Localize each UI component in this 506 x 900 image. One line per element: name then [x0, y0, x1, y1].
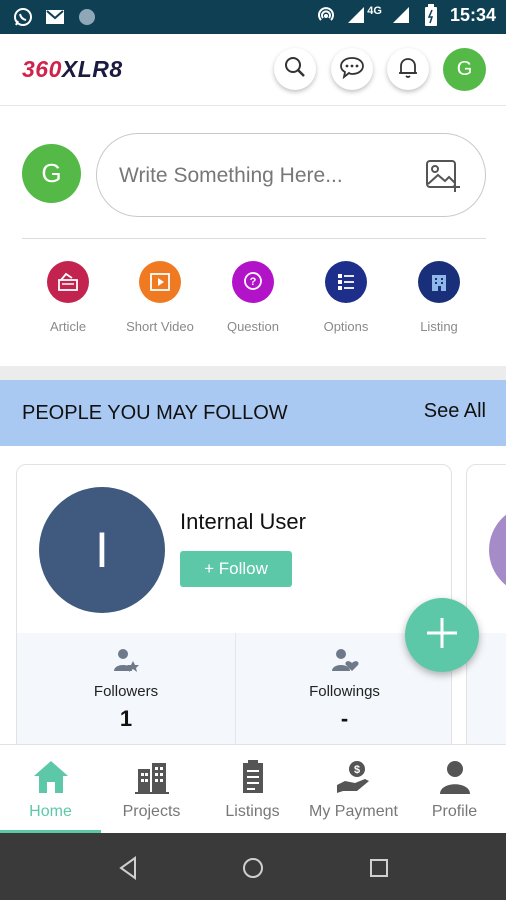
back-icon[interactable]: [113, 853, 143, 883]
options-icon: [325, 261, 367, 303]
see-all-link[interactable]: See All: [424, 400, 486, 423]
action-options[interactable]: Options: [300, 261, 392, 334]
app-logo[interactable]: 360XLR8: [22, 56, 123, 83]
nav-label: Projects: [122, 803, 181, 820]
follow-button[interactable]: + Follow: [180, 551, 292, 587]
messages-button[interactable]: [331, 48, 373, 90]
video-icon: [139, 261, 181, 303]
plus-icon: [424, 615, 460, 656]
building-icon: [418, 261, 460, 303]
logo-part-2: XLR8: [61, 56, 123, 82]
nav-label: Home: [29, 803, 72, 820]
recents-icon[interactable]: [364, 853, 394, 883]
hotspot-icon: [315, 4, 337, 26]
bell-icon: [396, 55, 420, 84]
add-image-icon[interactable]: [425, 158, 463, 199]
person-avatar-next: [489, 505, 506, 595]
signal-icon: [345, 4, 367, 26]
people-cards-carousel[interactable]: I Internal User + Follow Followers 1 Fol…: [0, 446, 506, 744]
section-title: PEOPLE YOU MAY FOLLOW: [22, 402, 288, 424]
person-card[interactable]: I Internal User + Follow Followers 1 Fol…: [16, 464, 452, 744]
gmail-icon: [44, 6, 66, 28]
nav-listings[interactable]: Listings: [202, 745, 303, 834]
svg-text:$: $: [353, 764, 359, 776]
section-separator: [0, 366, 506, 380]
write-post-input[interactable]: Write Something Here...: [96, 133, 486, 217]
nav-label: My Payment: [309, 803, 398, 820]
action-listing[interactable]: Listing: [393, 261, 485, 334]
home-icon: [0, 757, 101, 797]
nav-projects[interactable]: Projects: [101, 745, 202, 834]
profile-icon: [404, 757, 505, 797]
followings-label: Followings: [309, 683, 380, 700]
network-type: 4G: [367, 5, 382, 17]
followers-icon: [17, 647, 235, 673]
article-icon: [47, 261, 89, 303]
write-post-placeholder: Write Something Here...: [119, 164, 343, 187]
person-card-next[interactable]: [466, 464, 506, 744]
nav-my-payment[interactable]: $ My Payment: [303, 745, 404, 834]
action-label: Short Video: [126, 319, 194, 334]
action-label: Article: [49, 319, 87, 334]
person-avatar: I: [39, 487, 165, 613]
action-label: Listing: [420, 319, 458, 334]
battery-icon: [420, 4, 442, 26]
status-bar: 4G 15:34: [0, 0, 506, 34]
people-you-may-follow-header: PEOPLE YOU MAY FOLLOW See All: [0, 380, 506, 446]
payment-icon: $: [303, 757, 404, 797]
signal-icon-2: [390, 4, 412, 26]
status-bar-system: 4G 15:34: [315, 4, 496, 26]
home-circle-icon[interactable]: [238, 853, 268, 883]
chat-icon: [339, 55, 365, 84]
profile-avatar[interactable]: G: [443, 48, 486, 91]
buildings-icon: [101, 757, 202, 797]
post-type-actions: Article Short Video ? Question Options L…: [22, 261, 486, 341]
composer-divider: [22, 238, 486, 239]
nav-label: Profile: [431, 803, 478, 820]
nav-home[interactable]: Home: [0, 745, 101, 834]
followings-count: -: [340, 706, 349, 731]
create-post-fab[interactable]: [405, 598, 479, 672]
logo-part-1: 360: [22, 56, 62, 82]
action-short-video[interactable]: Short Video: [114, 261, 206, 334]
action-label: Question: [226, 319, 280, 334]
followers-label: Followers: [93, 683, 159, 700]
system-navigation-bar: [0, 833, 506, 900]
circle-icon: [76, 6, 98, 28]
svg-text:?: ?: [250, 276, 257, 288]
bottom-navigation: Home Projects Listings $ My Payment Prof…: [0, 744, 506, 834]
app-header: 360XLR8 G: [0, 34, 506, 106]
action-label: Options: [323, 319, 369, 334]
person-name: Internal User: [180, 509, 306, 534]
action-question[interactable]: ? Question: [207, 261, 299, 334]
status-bar-notifications: [12, 6, 98, 28]
person-stats: Followers 1 Followings -: [17, 633, 451, 744]
notifications-button[interactable]: [387, 48, 429, 90]
followers-count: 1: [119, 706, 133, 731]
post-composer: G Write Something Here... Article Short …: [0, 106, 506, 366]
clock: 15:34: [449, 4, 496, 25]
search-icon: [283, 55, 307, 84]
composer-avatar: G: [22, 144, 81, 203]
whatsapp-icon: [12, 6, 34, 28]
action-article[interactable]: Article: [22, 261, 114, 334]
question-icon: ?: [232, 261, 274, 303]
nav-profile[interactable]: Profile: [404, 745, 505, 834]
search-button[interactable]: [274, 48, 316, 90]
followers-stat[interactable]: Followers 1: [17, 633, 235, 744]
nav-label: Listings: [225, 803, 280, 820]
listings-icon: [202, 757, 303, 797]
